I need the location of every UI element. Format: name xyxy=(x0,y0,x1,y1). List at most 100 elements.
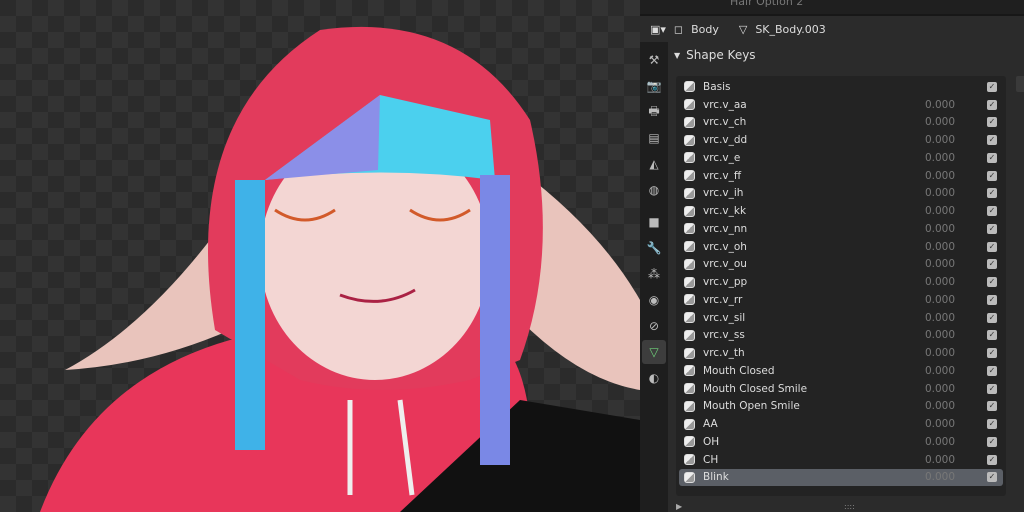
shape-key-value[interactable]: 0.000 xyxy=(925,312,955,324)
shape-key-row[interactable]: Mouth Closed 0.000 ✓ xyxy=(679,362,1003,380)
shape-key-mute-checkbox[interactable]: ✓ xyxy=(987,188,997,199)
collapse-arrow-icon[interactable]: ▼ xyxy=(674,51,680,60)
tab-particles[interactable]: ⁂ xyxy=(642,262,666,286)
tab-modifier[interactable]: 🔧 xyxy=(642,236,666,260)
shape-key-row[interactable]: vrc.v_nn 0.000 ✓ xyxy=(679,220,1003,238)
tab-view-layer[interactable]: ▤ xyxy=(642,126,666,150)
shape-keys-header[interactable]: ▼ Shape Keys xyxy=(668,42,1010,68)
shape-key-name[interactable]: OH xyxy=(703,436,719,448)
shape-key-row[interactable]: Basis ✓ xyxy=(679,78,1003,96)
shape-key-row[interactable]: vrc.v_e 0.000 ✓ xyxy=(679,149,1003,167)
shape-key-name[interactable]: vrc.v_ch xyxy=(703,116,746,128)
shape-key-name[interactable]: vrc.v_sil xyxy=(703,312,745,324)
shape-key-name[interactable]: CH xyxy=(703,454,718,466)
shape-key-mute-checkbox[interactable]: ✓ xyxy=(987,348,997,359)
tab-world[interactable]: ◍ xyxy=(642,178,666,202)
shape-key-row[interactable]: vrc.v_th 0.000 ✓ xyxy=(679,344,1003,362)
shape-key-row[interactable]: vrc.v_ch 0.000 ✓ xyxy=(679,114,1003,132)
shape-key-name[interactable]: vrc.v_ss xyxy=(703,329,745,341)
expand-arrow-icon[interactable]: ▶ xyxy=(676,502,682,511)
shape-key-value[interactable]: 0.000 xyxy=(925,205,955,217)
add-shape-key-button[interactable] xyxy=(1016,76,1024,92)
shape-key-mute-checkbox[interactable]: ✓ xyxy=(987,223,997,234)
shape-key-mute-checkbox[interactable]: ✓ xyxy=(987,294,997,305)
shape-key-value[interactable]: 0.000 xyxy=(925,170,955,182)
tab-constraints[interactable]: ⊘ xyxy=(642,314,666,338)
shape-key-value[interactable]: 0.000 xyxy=(925,418,955,430)
shape-key-row[interactable]: vrc.v_ou 0.000 ✓ xyxy=(679,256,1003,274)
shape-key-value[interactable]: 0.000 xyxy=(925,471,955,483)
shape-key-name[interactable]: vrc.v_e xyxy=(703,152,740,164)
mesh-name[interactable]: SK_Body.003 xyxy=(755,23,825,36)
shape-key-name[interactable]: vrc.v_aa xyxy=(703,99,747,111)
shape-key-name[interactable]: vrc.v_oh xyxy=(703,241,747,253)
shape-key-value[interactable]: 0.000 xyxy=(925,329,955,341)
shape-key-value[interactable]: 0.000 xyxy=(925,241,955,253)
shape-key-value[interactable]: 0.000 xyxy=(925,258,955,270)
shape-key-value[interactable]: 0.000 xyxy=(925,383,955,395)
shape-key-mute-checkbox[interactable]: ✓ xyxy=(987,259,997,270)
shape-key-name[interactable]: vrc.v_ff xyxy=(703,170,741,182)
shape-key-row[interactable]: Mouth Closed Smile 0.000 ✓ xyxy=(679,380,1003,398)
shape-key-name[interactable]: Mouth Open Smile xyxy=(703,400,800,412)
shape-key-name[interactable]: AA xyxy=(703,418,718,430)
shape-key-mute-checkbox[interactable]: ✓ xyxy=(987,472,997,483)
shape-key-value[interactable]: 0.000 xyxy=(925,134,955,146)
tab-scene[interactable]: ◭ xyxy=(642,152,666,176)
shape-key-name[interactable]: vrc.v_ih xyxy=(703,187,743,199)
shape-key-row[interactable]: vrc.v_sil 0.000 ✓ xyxy=(679,309,1003,327)
shape-key-value[interactable]: 0.000 xyxy=(925,152,955,164)
shape-key-mute-checkbox[interactable]: ✓ xyxy=(987,454,997,465)
shape-key-name[interactable]: vrc.v_dd xyxy=(703,134,747,146)
tab-object[interactable]: ■ xyxy=(642,210,666,234)
shape-key-value[interactable]: 0.000 xyxy=(925,276,955,288)
3d-viewport[interactable] xyxy=(0,0,640,512)
shape-key-name[interactable]: vrc.v_nn xyxy=(703,223,747,235)
shape-key-row[interactable]: vrc.v_ih 0.000 ✓ xyxy=(679,185,1003,203)
shape-key-row[interactable]: vrc.v_oh 0.000 ✓ xyxy=(679,238,1003,256)
shape-key-name[interactable]: vrc.v_ou xyxy=(703,258,747,270)
shape-key-row[interactable]: vrc.v_ff 0.000 ✓ xyxy=(679,167,1003,185)
tab-data[interactable]: ▽ xyxy=(642,340,666,364)
shape-key-mute-checkbox[interactable]: ✓ xyxy=(987,241,997,252)
shape-key-name[interactable]: vrc.v_th xyxy=(703,347,745,359)
tab-render[interactable]: 📷 xyxy=(642,74,666,98)
shape-key-name[interactable]: Basis xyxy=(703,81,731,93)
shape-key-row[interactable]: vrc.v_rr 0.000 ✓ xyxy=(679,291,1003,309)
shape-key-list[interactable]: Basis ✓ vrc.v_aa 0.000 ✓ vrc.v_ch 0.000 ✓ vrc.v_… xyxy=(676,76,1006,496)
shape-key-mute-checkbox[interactable]: ✓ xyxy=(987,365,997,376)
shape-key-value[interactable]: 0.000 xyxy=(925,99,955,111)
shape-key-name[interactable]: Mouth Closed Smile xyxy=(703,383,807,395)
shape-key-name[interactable]: vrc.v_kk xyxy=(703,205,746,217)
object-name[interactable]: Body xyxy=(691,23,719,36)
shape-key-row[interactable]: AA 0.000 ✓ xyxy=(679,415,1003,433)
shape-key-value[interactable]: 0.000 xyxy=(925,223,955,235)
tab-output[interactable]: 🖶 xyxy=(642,100,666,124)
shape-key-mute-checkbox[interactable]: ✓ xyxy=(987,401,997,412)
shape-key-value[interactable]: 0.000 xyxy=(925,454,955,466)
shape-key-name[interactable]: Mouth Closed xyxy=(703,365,775,377)
shape-key-mute-checkbox[interactable]: ✓ xyxy=(987,330,997,341)
shape-key-mute-checkbox[interactable]: ✓ xyxy=(987,99,997,110)
tab-material[interactable]: ◐ xyxy=(642,366,666,390)
shape-key-name[interactable]: Blink xyxy=(703,471,729,483)
shape-key-mute-checkbox[interactable]: ✓ xyxy=(987,419,997,430)
list-resize-grip[interactable]: :::: xyxy=(844,502,855,511)
shape-key-value[interactable]: 0.000 xyxy=(925,347,955,359)
shape-key-mute-checkbox[interactable]: ✓ xyxy=(987,277,997,288)
shape-key-value[interactable]: 0.000 xyxy=(925,187,955,199)
shape-key-row[interactable]: vrc.v_dd 0.000 ✓ xyxy=(679,131,1003,149)
shape-key-row[interactable]: vrc.v_kk 0.000 ✓ xyxy=(679,202,1003,220)
shape-key-value[interactable]: 0.000 xyxy=(925,116,955,128)
shape-key-row[interactable]: vrc.v_aa 0.000 ✓ xyxy=(679,96,1003,114)
shape-key-value[interactable]: 0.000 xyxy=(925,400,955,412)
shape-key-mute-checkbox[interactable]: ✓ xyxy=(987,436,997,447)
shape-key-mute-checkbox[interactable]: ✓ xyxy=(987,206,997,217)
shape-key-name[interactable]: vrc.v_rr xyxy=(703,294,742,306)
shape-key-mute-checkbox[interactable]: ✓ xyxy=(987,170,997,181)
tab-tool[interactable]: ⚒ xyxy=(642,48,666,72)
shape-key-row[interactable]: OH 0.000 ✓ xyxy=(679,433,1003,451)
shape-key-row[interactable]: CH 0.000 ✓ xyxy=(679,451,1003,469)
shape-key-row[interactable]: Mouth Open Smile 0.000 ✓ xyxy=(679,398,1003,416)
shape-key-mute-checkbox[interactable]: ✓ xyxy=(987,117,997,128)
